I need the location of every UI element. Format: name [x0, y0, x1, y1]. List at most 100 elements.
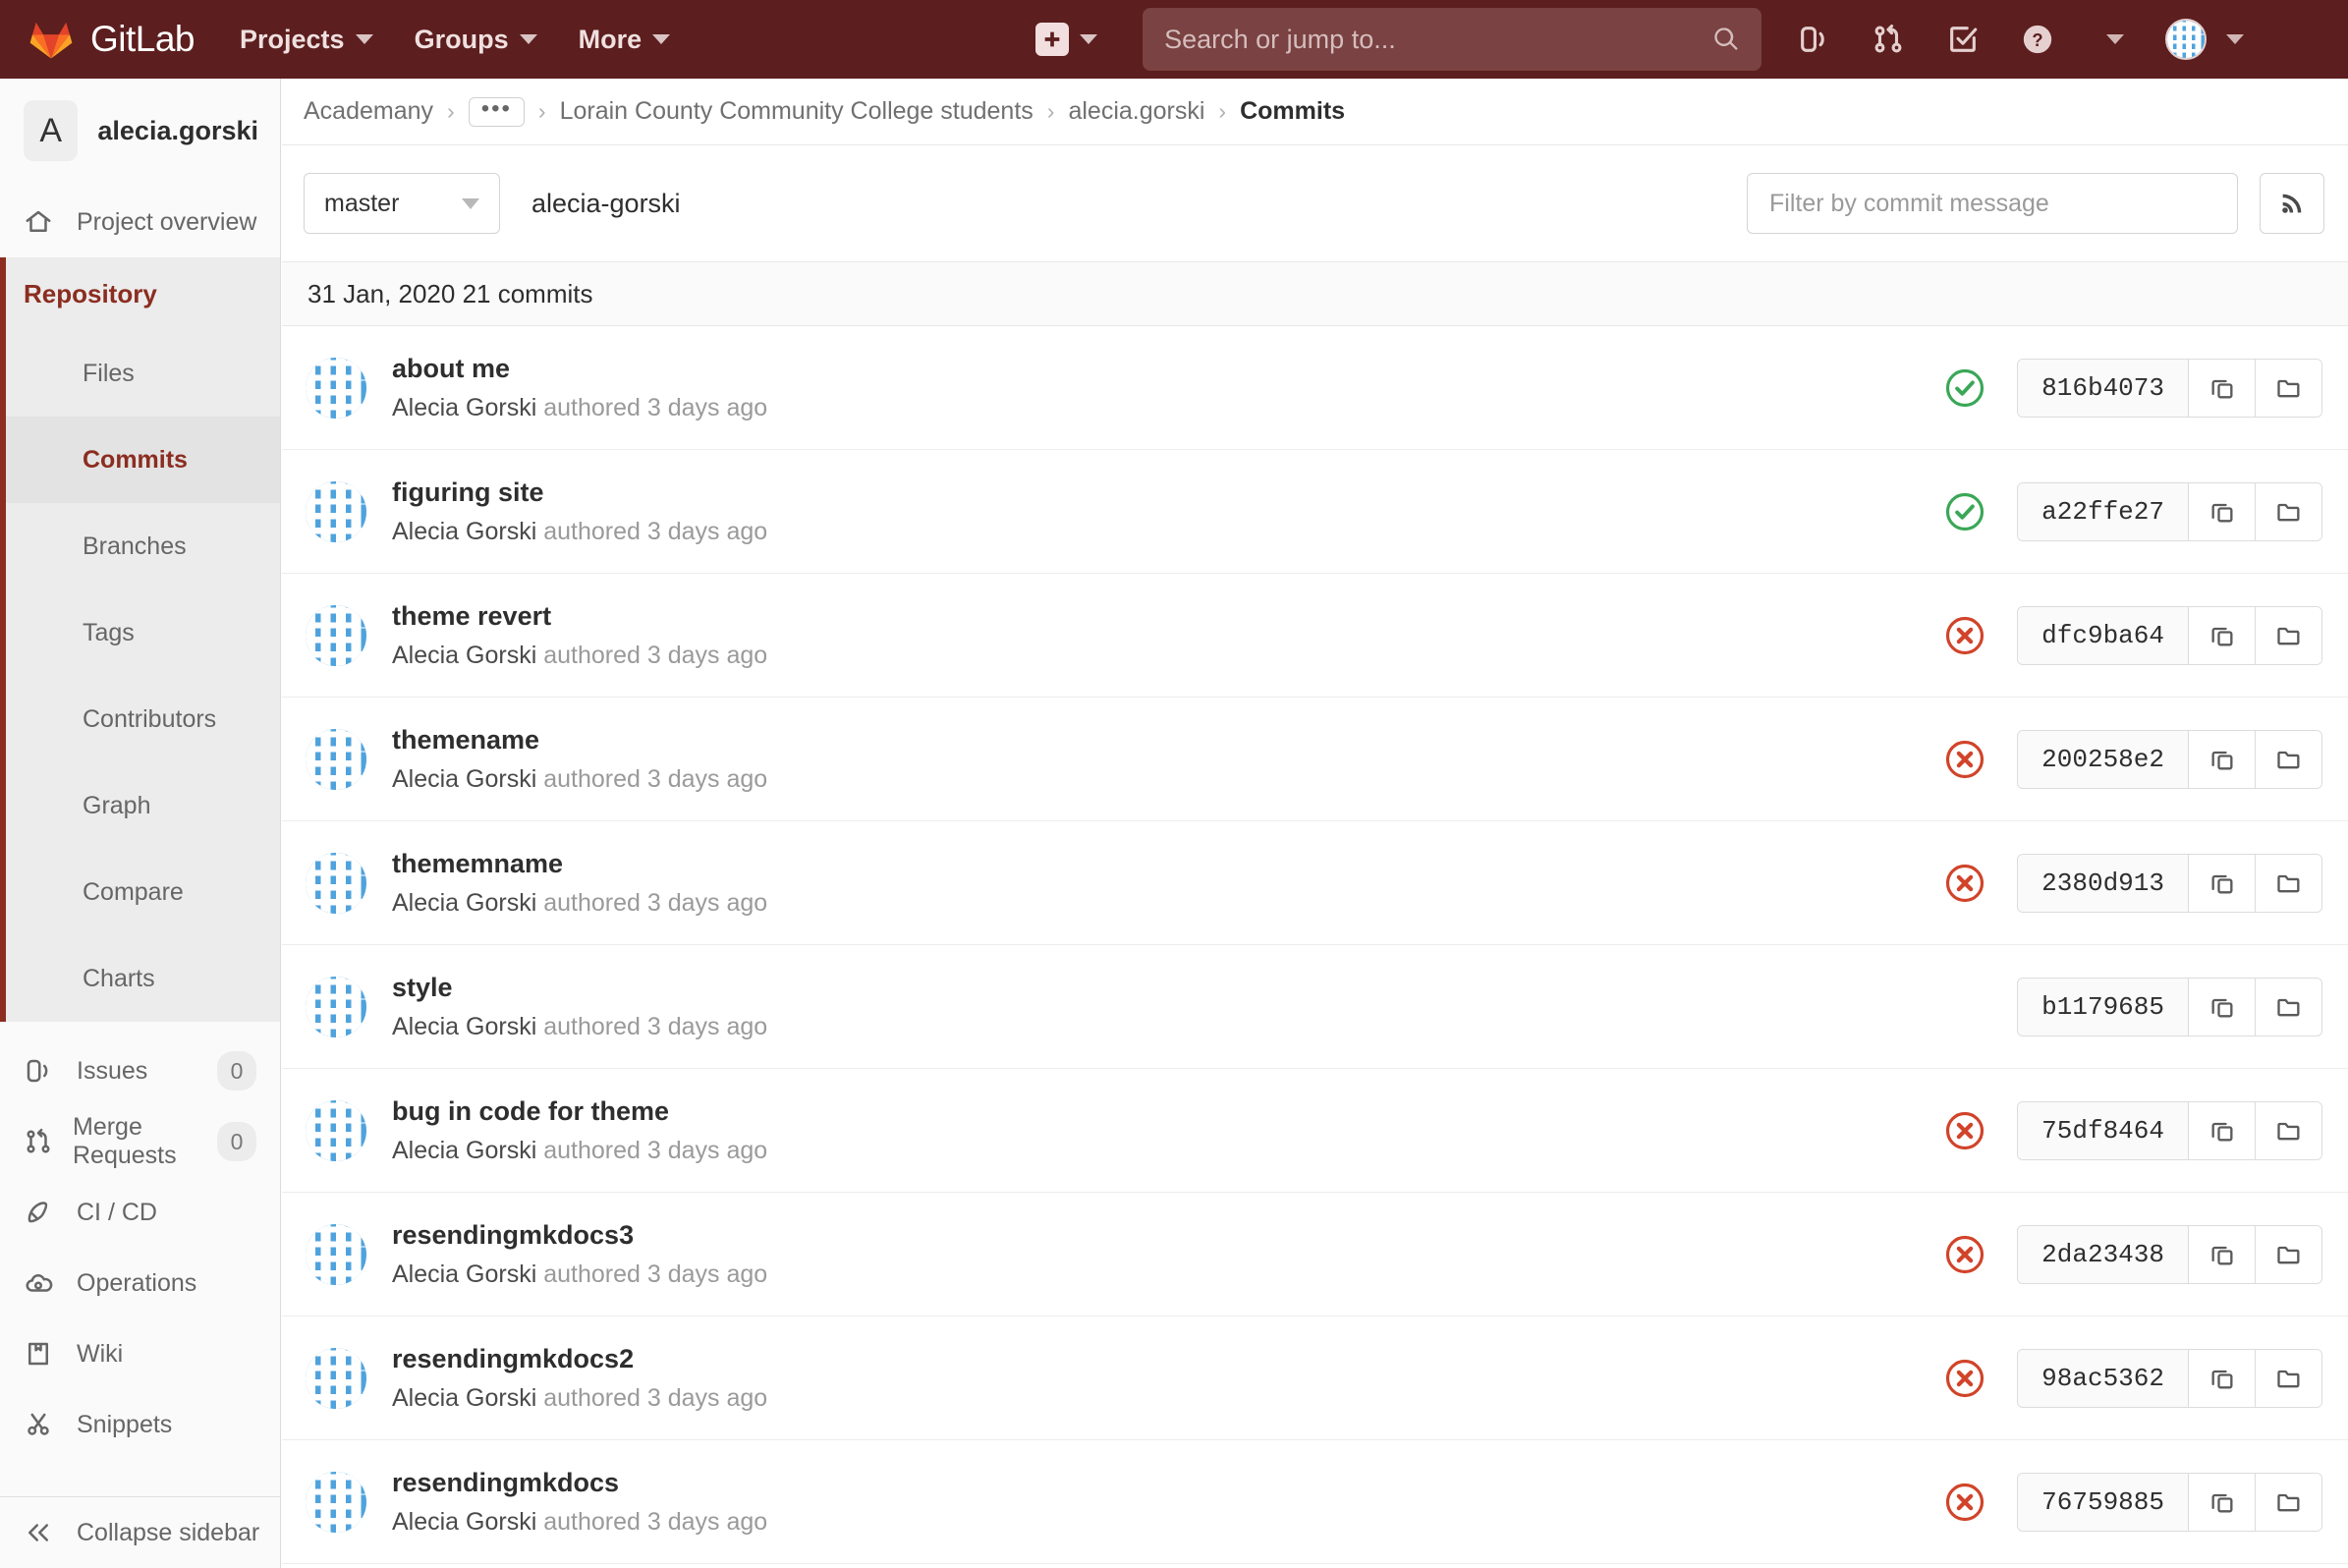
browse-files-button[interactable] — [2255, 359, 2321, 417]
commit-sha[interactable]: 76759885 — [2018, 1473, 2188, 1531]
sidebar-item-branches[interactable]: Branches — [6, 503, 280, 589]
commit-author[interactable]: Alecia Gorski — [392, 1260, 536, 1288]
commit-author[interactable]: Alecia Gorski — [392, 1013, 536, 1040]
sidebar-item-ci-cd[interactable]: CI / CD — [0, 1177, 280, 1248]
commit-sha[interactable]: dfc9ba64 — [2018, 606, 2188, 664]
copy-sha-button[interactable] — [2188, 854, 2255, 912]
commit-title[interactable]: themename — [392, 725, 767, 756]
commit-sha[interactable]: 98ac5362 — [2018, 1349, 2188, 1407]
copy-sha-button[interactable] — [2188, 482, 2255, 540]
pipeline-status-icon[interactable] — [1944, 367, 1985, 409]
avatar[interactable] — [306, 604, 366, 666]
sidebar-item-issues[interactable]: Issues 0 — [0, 1036, 280, 1106]
browse-files-button[interactable] — [2255, 1349, 2321, 1407]
commit-author[interactable]: Alecia Gorski — [392, 642, 536, 669]
sidebar-item-charts[interactable]: Charts — [6, 935, 280, 1022]
breadcrumb-item-project[interactable]: alecia.gorski — [1068, 97, 1204, 126]
breadcrumb-expand-button[interactable]: ••• — [468, 96, 525, 127]
browse-files-button[interactable] — [2255, 978, 2321, 1036]
commit-author[interactable]: Alecia Gorski — [392, 1384, 536, 1412]
sidebar-item-contributors[interactable]: Contributors — [6, 676, 280, 762]
collapse-sidebar-button[interactable]: Collapse sidebar — [0, 1497, 280, 1568]
browse-files-button[interactable] — [2255, 1101, 2321, 1159]
copy-sha-button[interactable] — [2188, 1101, 2255, 1159]
pipeline-status-icon[interactable] — [1944, 1110, 1985, 1151]
copy-sha-button[interactable] — [2188, 1225, 2255, 1283]
avatar[interactable] — [306, 480, 366, 542]
chevron-down-icon[interactable] — [2106, 34, 2125, 44]
commit-sha[interactable]: 75df8464 — [2018, 1101, 2188, 1159]
avatar[interactable] — [306, 852, 366, 914]
avatar[interactable] — [306, 1223, 366, 1285]
sidebar-item-compare[interactable]: Compare — [6, 849, 280, 935]
sidebar-item-project-overview[interactable]: Project overview — [0, 187, 280, 257]
copy-sha-button[interactable] — [2188, 1473, 2255, 1531]
avatar[interactable] — [306, 1099, 366, 1161]
commit-sha[interactable]: 816b4073 — [2018, 359, 2188, 417]
copy-sha-button[interactable] — [2188, 730, 2255, 788]
browse-files-button[interactable] — [2255, 854, 2321, 912]
commit-title[interactable]: resendingmkdocs2 — [392, 1344, 767, 1374]
pipeline-status-icon[interactable] — [1944, 1234, 1985, 1275]
gitlab-brand[interactable]: GitLab — [29, 18, 196, 61]
commit-title[interactable]: bug in code for theme — [392, 1096, 767, 1127]
new-item-dropdown[interactable] — [1035, 23, 1098, 56]
help-icon[interactable]: ? — [2021, 23, 2054, 56]
avatar[interactable] — [306, 1471, 366, 1533]
commit-title[interactable]: resendingmkdocs3 — [392, 1220, 767, 1251]
pipeline-status-icon[interactable] — [1944, 1482, 1985, 1523]
project-header[interactable]: A alecia.gorski — [0, 79, 280, 187]
avatar[interactable] — [306, 1347, 366, 1409]
avatar[interactable] — [306, 728, 366, 790]
commit-author[interactable]: Alecia Gorski — [392, 1137, 536, 1164]
pipeline-status-icon[interactable] — [1944, 739, 1985, 780]
copy-sha-button[interactable] — [2188, 359, 2255, 417]
chevron-down-icon[interactable] — [2226, 34, 2245, 44]
pipeline-status-icon[interactable] — [1944, 863, 1985, 904]
search-input[interactable]: Search or jump to... — [1143, 8, 1762, 71]
commit-title[interactable]: thememname — [392, 849, 767, 879]
commit-author[interactable]: Alecia Gorski — [392, 765, 536, 793]
commit-author[interactable]: Alecia Gorski — [392, 518, 536, 545]
commit-author[interactable]: Alecia Gorski — [392, 889, 536, 917]
breadcrumb-item-group[interactable]: Lorain County Community College students — [560, 97, 1034, 126]
commit-title[interactable]: figuring site — [392, 477, 767, 508]
commit-sha[interactable]: 200258e2 — [2018, 730, 2188, 788]
nav-groups[interactable]: Groups — [415, 25, 537, 55]
commit-filter-input[interactable]: Filter by commit message — [1747, 173, 2238, 234]
pipeline-status-icon[interactable] — [1944, 1358, 1985, 1399]
commit-sha[interactable]: a22ffe27 — [2018, 482, 2188, 540]
browse-files-button[interactable] — [2255, 1473, 2321, 1531]
commit-title[interactable]: resendingmkdocs — [392, 1468, 767, 1498]
todos-icon[interactable] — [1946, 23, 1980, 56]
avatar[interactable] — [306, 976, 366, 1037]
breadcrumb-item-academany[interactable]: Academany — [304, 97, 433, 126]
issues-icon[interactable] — [1797, 23, 1830, 56]
pipeline-status-icon[interactable] — [1944, 491, 1985, 532]
sidebar-item-commits[interactable]: Commits — [6, 417, 280, 503]
copy-sha-button[interactable] — [2188, 606, 2255, 664]
avatar[interactable] — [306, 357, 366, 419]
browse-files-button[interactable] — [2255, 1225, 2321, 1283]
commit-sha[interactable]: 2380d913 — [2018, 854, 2188, 912]
merge-requests-icon[interactable] — [1872, 23, 1905, 56]
commit-author[interactable]: Alecia Gorski — [392, 394, 536, 421]
sidebar-item-graph[interactable]: Graph — [6, 762, 280, 849]
commit-title[interactable]: style — [392, 973, 767, 1003]
browse-files-button[interactable] — [2255, 730, 2321, 788]
commit-title[interactable]: about me — [392, 354, 767, 384]
browse-files-button[interactable] — [2255, 606, 2321, 664]
sidebar-item-merge-requests[interactable]: Merge Requests 0 — [0, 1106, 280, 1177]
pipeline-status-icon[interactable] — [1944, 615, 1985, 656]
sidebar-item-tags[interactable]: Tags — [6, 589, 280, 676]
copy-sha-button[interactable] — [2188, 1349, 2255, 1407]
sidebar-item-snippets[interactable]: Snippets — [0, 1389, 280, 1460]
browse-files-button[interactable] — [2255, 482, 2321, 540]
nav-more[interactable]: More — [579, 25, 671, 55]
rss-feed-button[interactable] — [2260, 173, 2324, 234]
branch-selector[interactable]: master — [304, 173, 500, 234]
copy-sha-button[interactable] — [2188, 978, 2255, 1036]
sidebar-item-operations[interactable]: Operations — [0, 1248, 280, 1318]
sidebar-item-wiki[interactable]: Wiki — [0, 1318, 280, 1389]
commit-sha[interactable]: b1179685 — [2018, 978, 2188, 1036]
